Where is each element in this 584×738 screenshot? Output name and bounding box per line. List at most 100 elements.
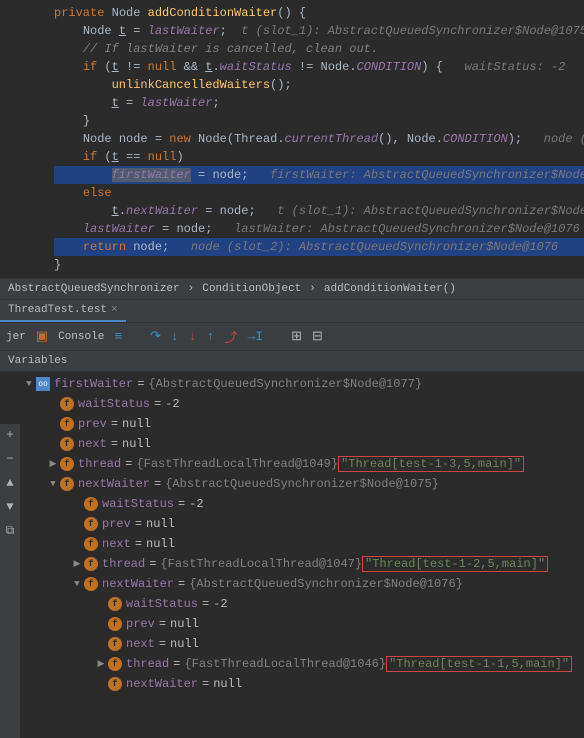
field-icon: f: [60, 397, 74, 411]
evaluate-icon[interactable]: ⊞: [291, 329, 302, 344]
text: !=: [119, 60, 148, 74]
force-step-into-icon[interactable]: ↓: [189, 329, 197, 344]
brace: }: [83, 114, 90, 128]
down-icon[interactable]: ▼: [6, 500, 13, 514]
chevron-right-icon: ›: [188, 283, 195, 295]
eq: =: [159, 637, 166, 651]
expand-icon[interactable]: ▼: [22, 379, 36, 389]
step-into-icon[interactable]: ↓: [171, 329, 179, 344]
method-name: addConditionWaiter: [148, 6, 278, 20]
expand-icon[interactable]: ▶: [70, 559, 84, 569]
var-thread[interactable]: ▶fthread = {FastThreadLocalThread@1046} …: [22, 654, 584, 674]
var-name: nextWaiter: [126, 677, 198, 691]
var-waitStatus[interactable]: fwaitStatus = -2: [22, 494, 584, 514]
variables-header: Variables: [0, 351, 584, 372]
var-type: {FastThreadLocalThread@1046}: [184, 657, 386, 671]
code-editor[interactable]: private Node addConditionWaiter() { Node…: [0, 0, 584, 278]
toolbar-label-jer: jer: [6, 331, 26, 343]
breadcrumb-inner-class[interactable]: ConditionObject: [202, 283, 301, 295]
chevron-right-icon: ›: [309, 283, 316, 295]
var-thread[interactable]: ▶fthread = {FastThreadLocalThread@1049} …: [22, 454, 584, 474]
kw-if: if: [83, 150, 97, 164]
expand-icon[interactable]: ▼: [46, 479, 60, 489]
var-prev[interactable]: fprev = null: [22, 414, 584, 434]
var-next[interactable]: fnext = null: [22, 534, 584, 554]
variables-tree[interactable]: ▼oofirstWaiter = {AbstractQueuedSynchron…: [0, 372, 584, 696]
eq: =: [202, 677, 209, 691]
field-icon: f: [84, 537, 98, 551]
eq: =: [137, 377, 144, 391]
breadcrumb-class[interactable]: AbstractQueuedSynchronizer: [8, 283, 180, 295]
var-nextWaiter[interactable]: ▼fnextWaiter = {AbstractQueuedSynchroniz…: [22, 474, 584, 494]
toolbar-label-console[interactable]: Console: [58, 331, 104, 343]
inline-hint: node (slot_2): AbstractQueuedSynchronize…: [191, 240, 558, 254]
var-prev[interactable]: fprev = null: [22, 614, 584, 634]
var-value: -2: [213, 597, 227, 611]
var-waitStatus[interactable]: fwaitStatus = -2: [22, 594, 584, 614]
var-next[interactable]: fnext = null: [22, 634, 584, 654]
expand-icon[interactable]: ▶: [46, 459, 60, 469]
field-lastWaiter: lastWaiter: [140, 96, 212, 110]
inline-hint: lastWaiter: AbstractQueuedSynchronizer$N…: [234, 222, 580, 236]
add-icon[interactable]: +: [6, 428, 13, 442]
var-nextWaiter[interactable]: ▼fnextWaiter = {AbstractQueuedSynchroniz…: [22, 574, 584, 594]
var-next[interactable]: fnext = null: [22, 434, 584, 454]
text: Node: [83, 24, 119, 38]
text: ;: [241, 168, 270, 182]
var-name: thread: [126, 657, 169, 671]
var-node: node: [119, 132, 148, 146]
var-value: null: [170, 617, 199, 631]
expand-icon[interactable]: ▶: [94, 659, 108, 669]
var-type: {AbstractQueuedSynchronizer$Node@1075}: [165, 477, 439, 491]
text: =: [198, 204, 220, 218]
trace-icon[interactable]: ⊟: [312, 329, 323, 344]
var-waitStatus[interactable]: fwaitStatus = -2: [22, 394, 584, 414]
var-value: -2: [189, 497, 203, 511]
var-prev[interactable]: fprev = null: [22, 514, 584, 534]
breadcrumb-method[interactable]: addConditionWaiter(): [324, 283, 456, 295]
list-icon[interactable]: ≡: [114, 329, 122, 344]
eq: =: [111, 417, 118, 431]
var-value-boxed: "Thread[test-1-3,5,main]": [338, 456, 524, 472]
method-call: unlinkCancelledWaiters: [112, 78, 270, 92]
drop-frame-icon[interactable]: ⤴: [224, 327, 237, 346]
var-thread[interactable]: ▶fthread = {FastThreadLocalThread@1047} …: [22, 554, 584, 574]
text: &&: [176, 60, 205, 74]
var-name: nextWaiter: [78, 477, 150, 491]
var-type: {FastThreadLocalThread@1047}: [160, 557, 362, 571]
var-value: null: [122, 417, 151, 431]
var-node: node: [220, 204, 249, 218]
text: .: [119, 204, 126, 218]
text: ==: [119, 150, 148, 164]
eq: =: [173, 657, 180, 671]
up-icon[interactable]: ▲: [6, 476, 13, 490]
run-to-cursor-icon[interactable]: →I: [248, 329, 264, 344]
close-icon[interactable]: ×: [111, 304, 118, 316]
debug-tabs: ThreadTest.test×: [0, 300, 584, 323]
field-lastWaiter: lastWaiter: [83, 222, 155, 236]
inline-hint: waitStatus: -2: [465, 60, 566, 74]
tab-threadtest[interactable]: ThreadTest.test×: [0, 300, 126, 322]
var-name: prev: [126, 617, 155, 631]
remove-icon[interactable]: −: [6, 452, 13, 466]
field-icon: f: [108, 637, 122, 651]
step-over-icon[interactable]: ↷: [150, 329, 161, 344]
step-out-icon[interactable]: ↑: [207, 329, 215, 344]
expand-icon[interactable]: ▼: [70, 579, 84, 589]
field-icon: f: [108, 617, 122, 631]
brace: }: [54, 258, 61, 272]
var-nextWaiter[interactable]: fnextWaiter = null: [22, 674, 584, 694]
var-firstWaiter[interactable]: ▼oofirstWaiter = {AbstractQueuedSynchron…: [22, 374, 584, 394]
var-node: node: [176, 222, 205, 236]
var-name: firstWaiter: [54, 377, 133, 391]
console-icon[interactable]: ▣: [36, 329, 48, 344]
method-currentThread: currentThread: [284, 132, 378, 146]
inline-hint: t (slot_1): AbstractQueuedSynchronizer$N…: [277, 204, 584, 218]
var-value: null: [122, 437, 151, 451]
var-name: thread: [78, 457, 121, 471]
field-icon: f: [60, 477, 74, 491]
text: ;: [205, 222, 234, 236]
kw-null: null: [148, 150, 177, 164]
field-icon: f: [84, 497, 98, 511]
copy-icon[interactable]: ⧉: [6, 524, 15, 538]
